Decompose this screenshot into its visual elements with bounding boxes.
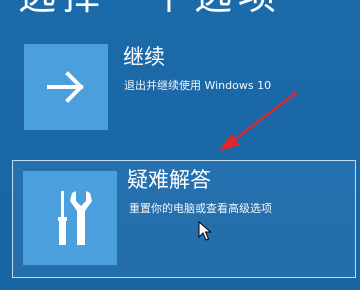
troubleshoot-tile xyxy=(23,171,117,265)
arrow-right-icon xyxy=(47,71,84,103)
troubleshoot-title: 疑难解答 xyxy=(127,168,211,192)
troubleshoot-option[interactable]: 疑难解答 重置你的电脑或查看高级选项 xyxy=(12,160,356,278)
boot-options-screen: 选择一个选项 继续 退出并继续使用 Windows 10 疑难解答 重置你的电脑… xyxy=(0,0,360,290)
continue-title: 继续 xyxy=(123,45,165,69)
continue-description: 退出并继续使用 Windows 10 xyxy=(124,79,272,92)
continue-tile xyxy=(24,44,108,130)
tools-icon xyxy=(58,191,92,245)
continue-option[interactable]: 继续 退出并继续使用 Windows 10 xyxy=(18,40,318,130)
mouse-cursor-icon xyxy=(198,221,212,241)
troubleshoot-description: 重置你的电脑或查看高级选项 xyxy=(129,202,272,215)
page-title: 选择一个选项 xyxy=(18,0,282,18)
